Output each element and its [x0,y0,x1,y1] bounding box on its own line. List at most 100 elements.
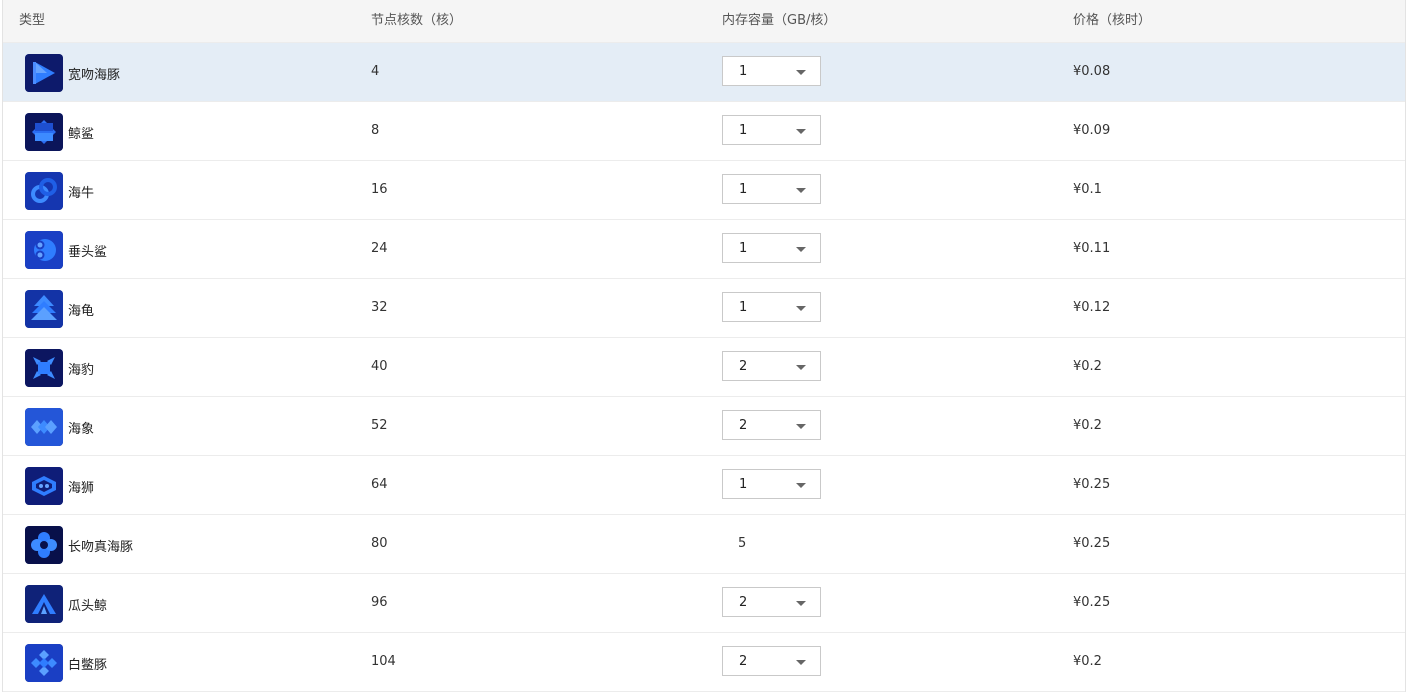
table-header: 类型 节点核数（核） 内存容量（GB/核） 价格（核时） [3,0,1405,43]
type-name: 海狮 [68,480,95,496]
type-name: 瓜头鲸 [68,598,108,614]
type-name: 白鳖豚 [68,657,108,673]
memory-cell: 1 [722,174,821,204]
price-value: ¥0.11 [1073,241,1111,256]
memory-value: 5 [738,536,747,551]
chevron-down-icon [796,247,806,252]
cores-value: 80 [371,536,388,551]
type-cell: 海狮 [25,467,94,505]
memory-cell: 2 [722,410,821,440]
table-row[interactable]: 海象 52 2 ¥0.2 [3,397,1405,456]
table-row[interactable]: 长吻真海豚 80 5 ¥0.25 [3,515,1405,574]
seal-icon [25,349,63,387]
memory-select-value: 2 [739,595,748,610]
price-value: ¥0.12 [1073,300,1111,315]
price-value: ¥0.25 [1073,536,1111,551]
type-cell: 宽吻海豚 [25,54,120,92]
type-name: 鲸鲨 [68,126,95,142]
cores-value: 4 [371,64,380,79]
cores-value: 104 [371,654,396,669]
memory-cell: 2 [722,646,821,676]
type-cell: 垂头鲨 [25,231,107,269]
price-value: ¥0.08 [1073,64,1111,79]
memory-select-value: 2 [739,418,748,433]
memory-cell: 2 [722,351,821,381]
table-row[interactable]: 垂头鲨 24 1 ¥0.11 [3,220,1405,279]
type-cell: 鲸鲨 [25,113,94,151]
memory-select-value: 1 [739,182,748,197]
memory-cell: 1 [722,115,821,145]
memory-select-value: 1 [739,241,748,256]
header-price: 价格（核时） [1073,13,1152,28]
memory-select-value: 1 [739,64,748,79]
chevron-down-icon [796,424,806,429]
cores-value: 32 [371,300,388,315]
memory-select[interactable]: 1 [722,233,821,263]
melon-headed-whale-icon [25,585,63,623]
sea-lion-icon [25,467,63,505]
type-name: 海豹 [68,362,95,378]
table-row[interactable]: 瓜头鲸 96 2 ¥0.25 [3,574,1405,633]
memory-select-value: 1 [739,300,748,315]
long-beaked-dolphin-icon [25,526,63,564]
type-cell: 长吻真海豚 [25,526,133,564]
manatee-icon [25,172,63,210]
cores-value: 24 [371,241,388,256]
baiji-icon [25,644,63,682]
table-row[interactable]: 鲸鲨 8 1 ¥0.09 [3,102,1405,161]
header-memory: 内存容量（GB/核） [722,13,837,28]
memory-cell: 2 [722,587,821,617]
type-cell: 海豹 [25,349,94,387]
header-type: 类型 [19,13,46,28]
memory-select[interactable]: 1 [722,469,821,499]
memory-select[interactable]: 1 [722,56,821,86]
table-row[interactable]: 海牛 16 1 ¥0.1 [3,161,1405,220]
chevron-down-icon [796,188,806,193]
price-value: ¥0.09 [1073,123,1111,138]
turtle-icon [25,290,63,328]
chevron-down-icon [796,601,806,606]
cores-value: 96 [371,595,388,610]
type-name: 海牛 [68,185,95,201]
cores-value: 16 [371,182,388,197]
cores-value: 52 [371,418,388,433]
chevron-down-icon [796,483,806,488]
memory-cell: 1 [722,292,821,322]
memory-select[interactable]: 1 [722,115,821,145]
memory-cell: 1 [722,233,821,263]
type-name: 海象 [68,421,95,437]
type-cell: 瓜头鲸 [25,585,107,623]
table-row[interactable]: 海狮 64 1 ¥0.25 [3,456,1405,515]
memory-select[interactable]: 2 [722,646,821,676]
table-row[interactable]: 宽吻海豚 4 1 ¥0.08 [3,43,1405,102]
chevron-down-icon [796,660,806,665]
memory-select[interactable]: 2 [722,351,821,381]
type-name: 垂头鲨 [68,244,108,260]
price-value: ¥0.2 [1073,654,1102,669]
instance-table: 类型 节点核数（核） 内存容量（GB/核） 价格（核时） 宽吻海豚 4 1 ¥0… [2,0,1406,692]
memory-select[interactable]: 1 [722,292,821,322]
type-cell: 海象 [25,408,94,446]
cores-value: 8 [371,123,380,138]
memory-select[interactable]: 1 [722,174,821,204]
table-row[interactable]: 白鳖豚 104 2 ¥0.2 [3,633,1405,692]
type-cell: 白鳖豚 [25,644,107,682]
dolphin-play-icon [25,54,63,92]
hammerhead-icon [25,231,63,269]
chevron-down-icon [796,306,806,311]
memory-select[interactable]: 2 [722,587,821,617]
table-row[interactable]: 海豹 40 2 ¥0.2 [3,338,1405,397]
type-cell: 海牛 [25,172,94,210]
chevron-down-icon [796,129,806,134]
type-name: 长吻真海豚 [68,539,134,555]
memory-select-value: 1 [739,123,748,138]
memory-cell: 1 [722,469,821,499]
type-cell: 海龟 [25,290,94,328]
table-row[interactable]: 海龟 32 1 ¥0.12 [3,279,1405,338]
whale-shark-icon [25,113,63,151]
memory-cell: 1 [722,56,821,86]
cores-value: 40 [371,359,388,374]
memory-select[interactable]: 2 [722,410,821,440]
memory-select-value: 2 [739,654,748,669]
memory-select-value: 2 [739,359,748,374]
